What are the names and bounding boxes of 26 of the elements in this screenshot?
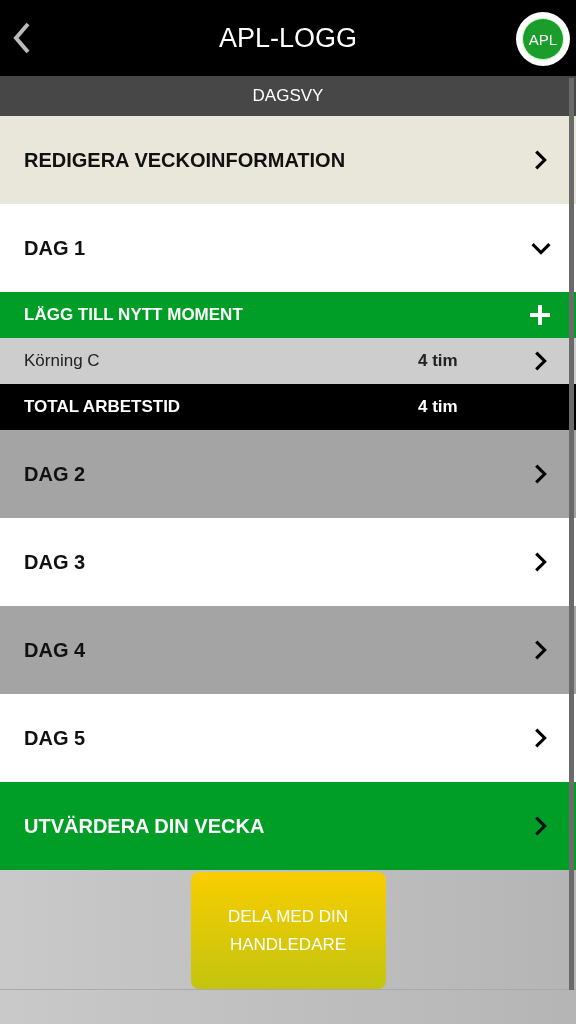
day-row[interactable]: DAG 5 [0,694,576,782]
day-row[interactable]: DAG 3 [0,518,576,606]
day-row[interactable]: DAG 1 [0,204,576,292]
hours-value: 4 tim [418,351,459,371]
row-label: DAG 1 [24,236,87,260]
row-label: DAG 3 [24,550,87,574]
row-label: TOTAL ARBETSTID [24,397,182,417]
row-label: DAG 2 [24,462,87,486]
row-label: LÄGG TILL NYTT MOMENT [24,305,244,325]
add-moment-row[interactable]: LÄGG TILL NYTT MOMENT [0,292,576,338]
row-label: DAG 5 [24,726,87,750]
moment-name: Körning C [24,351,101,371]
row-label: DAG 4 [24,638,87,662]
day-row[interactable]: DAG 2 [0,430,576,518]
screen-title: APL-LOGG [218,22,357,54]
moment-row[interactable]: Körning C 4 tim [0,338,576,384]
section-header: DAGSVY [0,76,576,116]
plus-icon [528,303,552,327]
hours-value: 4 tim [418,397,459,417]
logo-text: APL [522,18,564,60]
evaluate-row[interactable]: UTVÄRDERA DIN VECKA [0,782,576,870]
back-icon[interactable] [12,21,32,55]
row-label: REDIGERA VECKOINFORMATION [24,148,347,172]
row-label: UTVÄRDERA DIN VECKA [24,814,266,838]
week-info-row[interactable]: REDIGERA VECKOINFORMATION [0,116,576,204]
day-row[interactable]: DAG 4 [0,606,576,694]
